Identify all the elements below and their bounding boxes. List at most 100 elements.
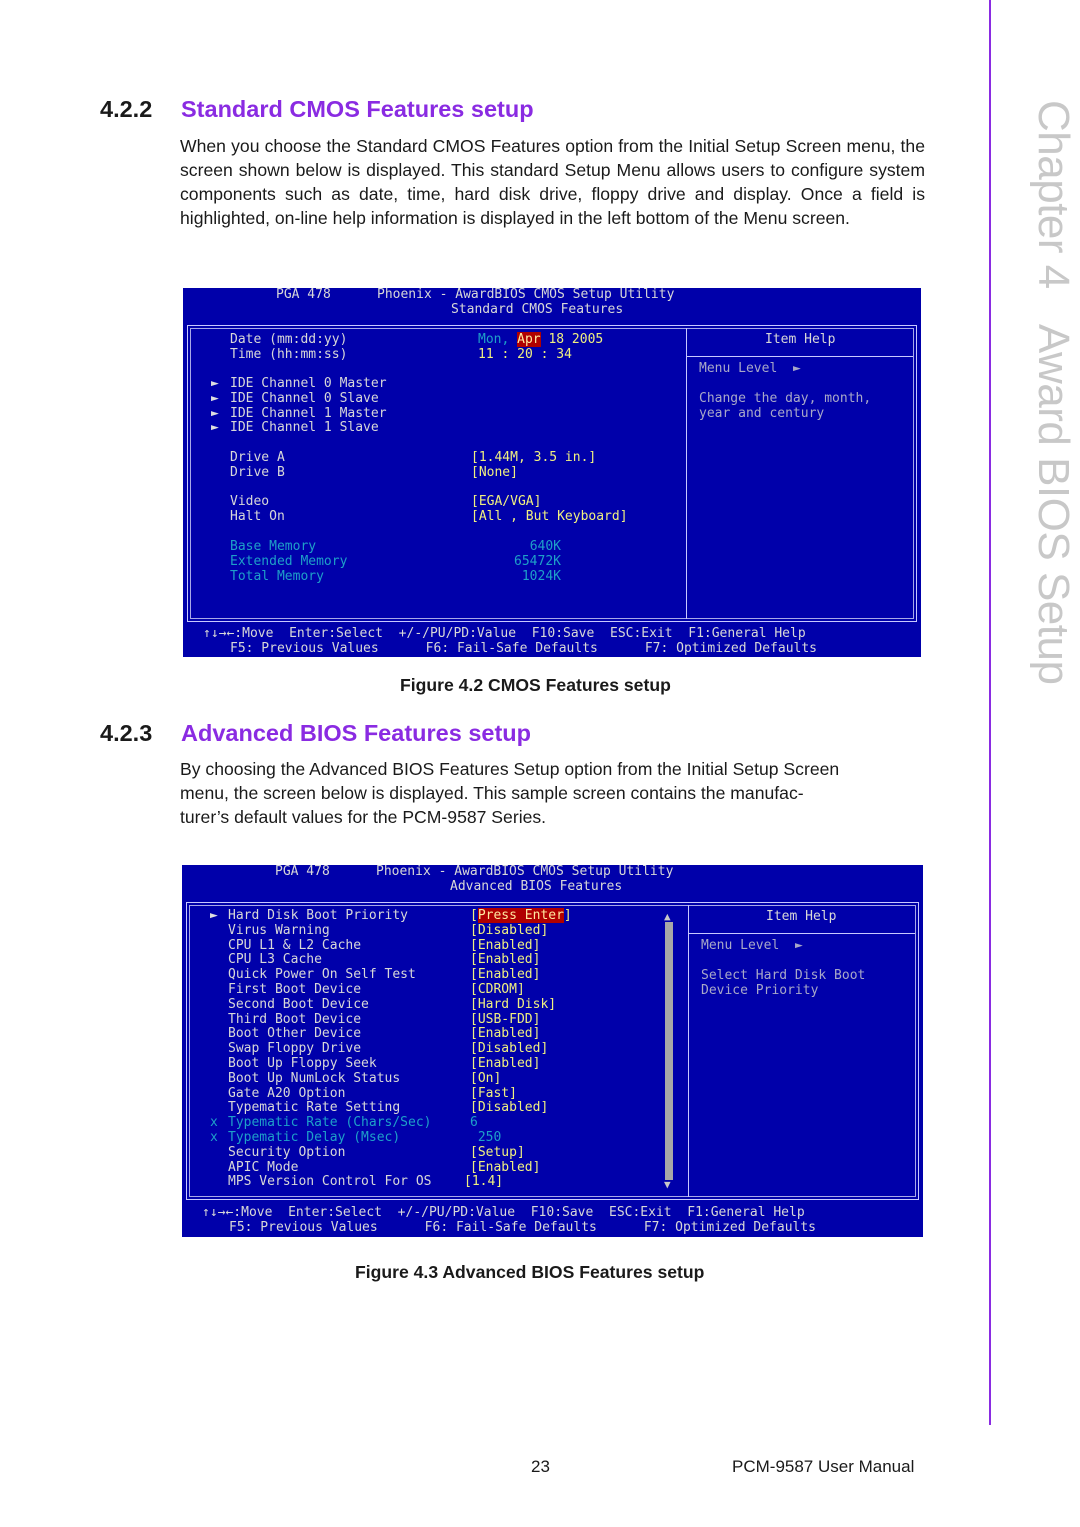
bios-header-subtitle: Standard CMOS Features xyxy=(451,302,624,317)
submenu-item[interactable]: IDE Channel 0 Slave xyxy=(230,391,379,407)
bios-screen-standard-cmos: PGA 478 Phoenix - AwardBIOS CMOS Setup U… xyxy=(183,288,921,657)
setting-value[interactable]: [Enabled] xyxy=(470,967,540,983)
selected-value-highlight[interactable]: Press Enter xyxy=(477,908,564,923)
setting-label: Typematic Rate (Chars/Sec) xyxy=(228,1115,432,1131)
setting-value: 250 xyxy=(470,1130,502,1145)
submenu-item[interactable]: IDE Channel 1 Master xyxy=(230,406,387,422)
setting-value[interactable]: [1.44M, 3.5 in.] xyxy=(471,450,596,466)
paragraph-line: menu, the screen below is displayed. Thi… xyxy=(180,783,804,803)
menu-level-arrow-icon: ► xyxy=(792,361,801,376)
submenu-arrow-icon: ► xyxy=(211,420,219,436)
figure-caption-4-2: Figure 4.2 CMOS Features setup xyxy=(400,675,671,695)
submenu-item[interactable]: IDE Channel 0 Master xyxy=(230,376,387,392)
submenu-item[interactable]: IDE Channel 1 Slave xyxy=(230,421,379,436)
chapter-title: Award BIOS Setup xyxy=(1029,323,1078,685)
bios-screen-advanced-features: PGA 478 Phoenix - AwardBIOS CMOS Setup U… xyxy=(182,865,923,1237)
setting-value[interactable]: [EGA/VGA] xyxy=(471,495,541,510)
setting-value[interactable]: [1.4] xyxy=(464,1175,503,1190)
date-value[interactable]: Mon, Apr 18 2005 xyxy=(478,332,604,348)
bios-footer-keys-1: ↑↓→←:Move Enter:Select +/-/PU/PD:Value F… xyxy=(203,626,806,641)
chapter-side-label: Chapter 4 Award BIOS Setup xyxy=(1029,100,1080,684)
setting-label[interactable]: Boot Other Device xyxy=(228,1027,361,1042)
memory-value: 640K xyxy=(529,539,561,554)
paragraph-line: turer’s default values for the PCM-9587 … xyxy=(180,807,547,827)
setting-value[interactable]: [CDROM] xyxy=(470,982,525,998)
setting-label[interactable]: Security Option xyxy=(228,1145,345,1161)
setting-label[interactable]: MPS Version Control For OS xyxy=(228,1175,432,1190)
time-value[interactable]: 11 : 20 : 34 xyxy=(478,347,572,363)
section-paragraph: By choosing the Advanced BIOS Features S… xyxy=(180,757,925,829)
section-number: 4.2.2 xyxy=(100,96,153,122)
setting-label[interactable]: Third Boot Device xyxy=(228,1012,361,1028)
setting-value[interactable]: [Enabled] xyxy=(470,1160,540,1176)
help-line-1: Select Hard Disk Boot xyxy=(701,968,866,983)
bios-header-title: Phoenix - AwardBIOS CMOS Setup Utility xyxy=(377,288,675,302)
setting-label[interactable]: Halt On xyxy=(230,509,285,525)
setting-value[interactable]: [All , But Keyboard] xyxy=(471,509,628,525)
setting-label[interactable]: APIC Mode xyxy=(228,1160,298,1176)
bios-panel-divider xyxy=(688,905,689,1197)
memory-label: Total Memory xyxy=(230,568,324,584)
date-day-year: 18 2005 xyxy=(548,332,604,347)
setting-value[interactable]: [Enabled] xyxy=(470,1027,540,1042)
chapter-number: Chapter 4 xyxy=(1029,100,1078,289)
setting-label[interactable]: Drive A xyxy=(230,450,285,466)
setting-value[interactable]: [None] xyxy=(471,465,518,481)
setting-label[interactable]: Second Boot Device xyxy=(228,997,369,1013)
setting-value[interactable]: [Hard Disk] xyxy=(470,997,556,1013)
menu-level-arrow-icon: ► xyxy=(794,938,803,953)
setting-label[interactable]: Video xyxy=(230,495,269,510)
section-heading-4-2-2: 4.2.2 Standard CMOS Features setup xyxy=(100,96,534,123)
setting-value[interactable]: [Enabled] xyxy=(470,938,540,954)
setting-value[interactable]: [Disabled] xyxy=(470,923,548,939)
date-label[interactable]: Date (mm:dd:yy) xyxy=(230,332,347,348)
scroll-down-arrow-icon[interactable]: ▼ xyxy=(664,1179,671,1190)
setting-value: 6 xyxy=(470,1115,478,1131)
setting-value[interactable]: [Enabled] xyxy=(470,953,540,968)
disabled-x-icon: x xyxy=(210,1130,218,1145)
setting-label[interactable]: Quick Power On Self Test xyxy=(228,967,416,983)
memory-value: 65472K xyxy=(514,553,561,569)
menu-level-label: Menu Level ► xyxy=(701,938,803,953)
memory-value: 1024K xyxy=(521,568,561,584)
bios-header-title: Phoenix - AwardBIOS CMOS Setup Utility xyxy=(376,865,674,879)
setting-value[interactable]: [Fast] xyxy=(470,1086,517,1102)
date-month-selected[interactable]: Apr xyxy=(517,332,541,347)
disabled-x-icon: x xyxy=(210,1115,218,1131)
time-label[interactable]: Time (hh:mm:ss) xyxy=(230,347,347,363)
setting-value[interactable]: [USB-FDD] xyxy=(470,1012,540,1028)
bios-panel-divider xyxy=(686,328,687,619)
bios-footer-keys-2: F5: Previous Values F6: Fail-Safe Defaul… xyxy=(230,641,817,656)
setting-label[interactable]: Virus Warning xyxy=(228,923,330,939)
help-line-1: Change the day, month, xyxy=(699,391,872,406)
setting-label[interactable]: Boot Up Floppy Seek xyxy=(228,1056,377,1072)
setting-value[interactable]: [Enabled] xyxy=(470,1056,540,1072)
manual-title: PCM-9587 User Manual xyxy=(732,1457,915,1476)
bios-header-left: PGA 478 xyxy=(276,288,331,302)
scroll-up-arrow-icon[interactable]: ▲ xyxy=(664,911,671,922)
setting-label[interactable]: Gate A20 Option xyxy=(228,1086,345,1102)
item-help-title: Item Help xyxy=(766,909,837,924)
help-line-2: Device Priority xyxy=(701,983,819,998)
setting-value[interactable]: [On] xyxy=(470,1071,501,1087)
setting-label[interactable]: CPU L3 Cache xyxy=(228,953,322,968)
setting-value[interactable]: [Press Enter] xyxy=(470,908,572,924)
page-number: 23 xyxy=(531,1457,550,1476)
setting-label[interactable]: Hard Disk Boot Priority xyxy=(228,908,408,924)
section-number: 4.2.3 xyxy=(100,720,153,746)
bios-footer-keys-1: ↑↓→←:Move Enter:Select +/-/PU/PD:Value F… xyxy=(202,1205,805,1220)
submenu-arrow-icon: ► xyxy=(211,376,219,391)
setting-label[interactable]: Swap Floppy Drive xyxy=(228,1041,361,1057)
setting-label[interactable]: Boot Up NumLock Status xyxy=(228,1071,400,1087)
section-title: Advanced BIOS Features setup xyxy=(181,720,531,746)
setting-label[interactable]: First Boot Device xyxy=(228,982,361,998)
paragraph-line: By choosing the Advanced BIOS Features S… xyxy=(180,759,840,779)
setting-label[interactable]: Drive B xyxy=(230,465,285,481)
setting-value[interactable]: [Disabled] xyxy=(470,1041,548,1057)
setting-label[interactable]: Typematic Rate Setting xyxy=(228,1101,400,1116)
setting-value[interactable]: [Disabled] xyxy=(470,1101,548,1116)
scrollbar-track[interactable] xyxy=(665,922,673,1180)
setting-label[interactable]: CPU L1 & L2 Cache xyxy=(228,938,361,954)
bios-header-left: PGA 478 xyxy=(275,865,330,879)
setting-value[interactable]: [Setup] xyxy=(470,1145,525,1161)
